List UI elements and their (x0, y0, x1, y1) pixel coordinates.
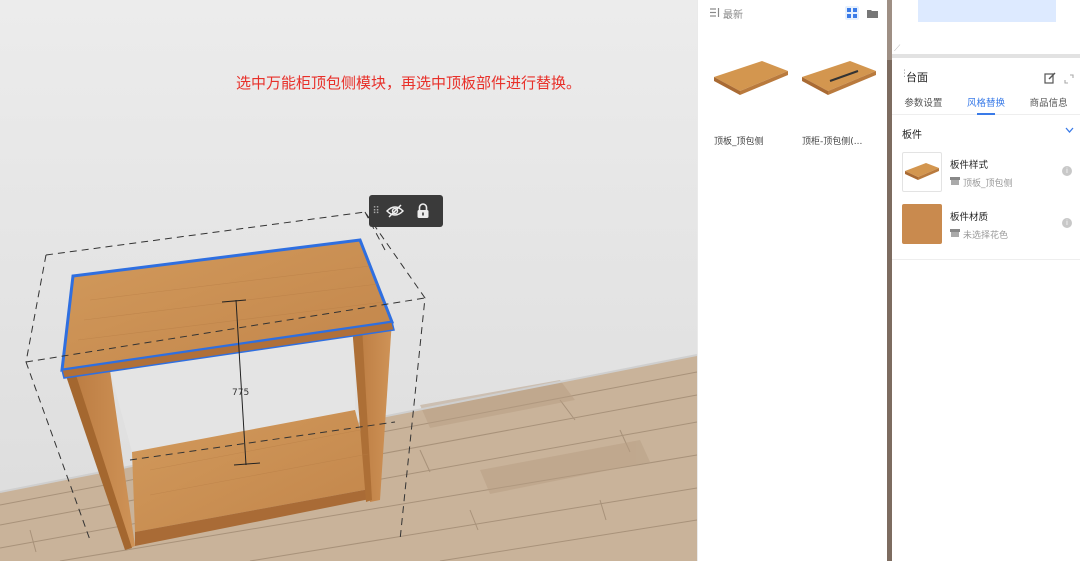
resize-handle-icon[interactable]: ⟋ (894, 44, 900, 54)
view-toggle (845, 6, 879, 20)
floating-toolbar: ⠿ (369, 195, 443, 227)
section-title: 板件 (902, 130, 922, 141)
prop-name: 板件样式 (950, 160, 989, 171)
prop-value: 未选择花色 (950, 228, 1008, 241)
preview-area[interactable] (918, 0, 1056, 22)
library-sort[interactable]: 最新 (710, 6, 743, 21)
prop-value: 顶板_顶包侧 (950, 176, 1013, 189)
tab-product-info[interactable]: 商品信息 (1017, 92, 1080, 114)
lock-icon[interactable] (409, 197, 437, 225)
prop-value-text: 未选择花色 (963, 231, 1009, 241)
3d-viewport[interactable]: 选中万能柜顶包侧模块，再选中顶板部件进行替换。 775 ⠿ (0, 0, 697, 561)
edit-icon[interactable] (1044, 69, 1056, 84)
library-item-name: 顶板_顶包侧 (714, 137, 764, 147)
component-library-panel: 最新 顶板_顶包侧 顶柜-顶包侧(... (697, 0, 887, 561)
box-icon (950, 229, 960, 240)
drag-handle-icon[interactable]: ⠿ (371, 206, 381, 217)
eye-off-icon[interactable] (381, 197, 409, 225)
prop-panel-style: 板件样式 顶板_顶包侧 i (902, 152, 1078, 194)
divider-line (892, 259, 1080, 260)
box-icon (950, 177, 960, 188)
folder-icon[interactable] (865, 6, 879, 20)
sort-icon (710, 7, 720, 20)
library-sort-label: 最新 (723, 10, 743, 21)
panel-material-swatch[interactable] (902, 204, 942, 244)
prop-name: 板件材质 (950, 212, 989, 223)
tab-parameters[interactable]: 参数设置 (892, 92, 955, 114)
library-item-thumbnail[interactable] (798, 38, 880, 120)
library-item-top-cabinet[interactable]: 顶柜-顶包侧(... (798, 38, 880, 147)
panel-style-thumbnail[interactable] (902, 152, 942, 192)
property-inspector: ⟋ ⋮ 台面 参数设置 风格替换 商品信息 板件 板件样式 顶板_顶包侧 i 板… (892, 0, 1080, 561)
section-panel-parts[interactable]: 板件 (902, 126, 1074, 141)
expand-icon[interactable] (1064, 69, 1076, 84)
mini-preview: ⟋ (892, 0, 1080, 58)
library-item-top-panel[interactable]: 顶板_顶包侧 (710, 38, 792, 147)
library-item-thumbnail[interactable] (710, 38, 792, 120)
inspector-header: ⋮ 台面 (892, 64, 1080, 86)
info-icon[interactable]: i (1062, 218, 1072, 228)
instruction-text: 选中万能柜顶包侧模块，再选中顶板部件进行替换。 (235, 74, 581, 92)
chevron-down-icon[interactable] (1065, 125, 1074, 136)
prop-value-text: 顶板_顶包侧 (963, 179, 1013, 189)
tab-style-replace[interactable]: 风格替换 (955, 92, 1018, 115)
info-icon[interactable]: i (1062, 166, 1072, 176)
inspector-title: 台面 (906, 71, 928, 84)
grid-view-icon[interactable] (845, 6, 859, 20)
library-item-name: 顶柜-顶包侧(... (802, 137, 863, 147)
prop-panel-material: 板件材质 未选择花色 i (902, 204, 1078, 246)
cabinet-module[interactable] (60, 238, 395, 550)
dimension-label: 775 (232, 388, 250, 398)
inspector-tabs: 参数设置 风格替换 商品信息 (892, 92, 1080, 115)
